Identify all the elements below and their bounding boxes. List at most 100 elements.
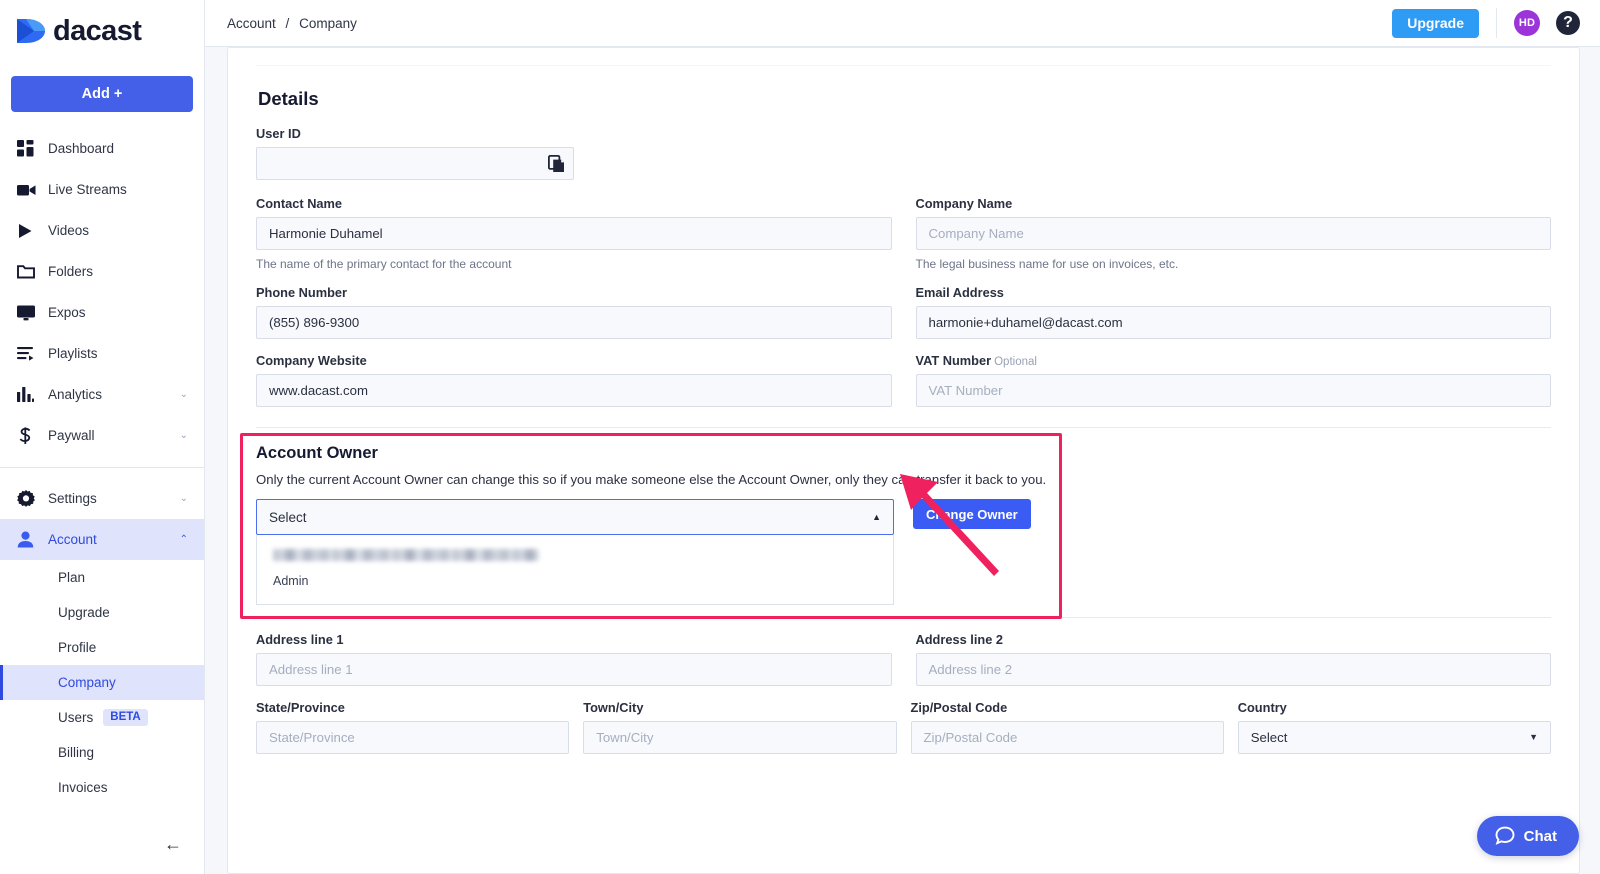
sidebar-item-label: Videos <box>48 223 90 238</box>
town-city-label: Town/City <box>583 700 644 715</box>
video-camera-icon <box>17 183 41 197</box>
zip-postal-label: Zip/Postal Code <box>910 700 1008 715</box>
sidebar-subitem-label: Users <box>58 710 94 725</box>
company-name-help: The legal business name for use on invoi… <box>915 257 1179 271</box>
breadcrumb: Account / Company <box>227 16 357 31</box>
sidebar-item-label: Playlists <box>48 346 98 361</box>
primary-nav: Dashboard Live Streams Videos Folders Ex… <box>0 128 204 867</box>
sidebar-item-account[interactable]: Account ⌃ <box>0 519 204 560</box>
contact-name-field: Contact Name Harmonie Duhamel The name o… <box>256 196 892 271</box>
user-id-input[interactable] <box>256 147 574 180</box>
company-website-label: Company Website <box>256 353 367 368</box>
sidebar-item-analytics[interactable]: Analytics ⌄ <box>0 374 204 415</box>
town-city-field: Town/City Town/City <box>583 700 897 754</box>
state-province-field: State/Province State/Province <box>256 700 570 754</box>
scrolled-content-sliver <box>256 48 1551 66</box>
question-mark-icon[interactable]: ? <box>1556 11 1580 35</box>
sidebar-subitem-billing[interactable]: Billing <box>0 735 204 770</box>
company-website-field: Company Website www.dacast.com <box>256 353 892 407</box>
sidebar-collapse-row: ← <box>0 821 204 867</box>
breadcrumb-separator: / <box>285 15 290 31</box>
address-line2-input[interactable]: Address line 2 <box>915 653 1551 686</box>
details-section-title: Details <box>258 88 319 109</box>
sidebar-subitem-company[interactable]: Company <box>0 665 204 700</box>
company-name-field: Company Name Company Name The legal busi… <box>915 196 1551 271</box>
sidebar: dacast Add + Dashboard Live Streams Vide… <box>0 0 205 874</box>
email-address-label: Email Address <box>915 285 1004 300</box>
vat-number-field: VAT Number Optional VAT Number <box>915 353 1552 407</box>
chevron-up-icon[interactable]: ⌃ <box>180 534 188 545</box>
owner-option-role: Admin <box>273 574 309 588</box>
sidebar-item-paywall[interactable]: Paywall ⌄ <box>0 415 204 456</box>
speech-bubble-icon <box>1495 826 1515 846</box>
account-owner-title: Account Owner <box>256 444 378 462</box>
country-select-value: Select <box>1250 730 1288 745</box>
brand-logo[interactable]: dacast <box>0 0 204 62</box>
owner-option-item[interactable]: Admin <box>273 549 877 588</box>
copy-icon[interactable] <box>547 154 565 173</box>
sidebar-item-dashboard[interactable]: Dashboard <box>0 128 204 169</box>
user-id-input-wrap <box>256 147 574 180</box>
sidebar-item-playlists[interactable]: Playlists <box>0 333 204 374</box>
sidebar-item-expos[interactable]: Expos <box>0 292 204 333</box>
sidebar-subitem-label: Company <box>58 675 116 690</box>
topbar-divider <box>1496 8 1497 38</box>
sidebar-item-videos[interactable]: Videos <box>0 210 204 251</box>
sidebar-item-label: Expos <box>48 305 86 320</box>
account-owner-section: Account Owner Only the current Account O… <box>240 433 1551 619</box>
avatar[interactable]: HD <box>1514 10 1540 36</box>
phone-number-input[interactable]: (855) 896-9300 <box>256 306 892 339</box>
folder-icon <box>17 264 41 279</box>
chevron-down-icon[interactable]: ⌄ <box>180 430 188 441</box>
sidebar-item-live-streams[interactable]: Live Streams <box>0 169 204 210</box>
town-city-input[interactable]: Town/City <box>583 721 897 754</box>
sidebar-subitem-plan[interactable]: Plan <box>0 560 204 595</box>
address-line1-input[interactable]: Address line 1 <box>256 653 892 686</box>
sidebar-subitem-upgrade[interactable]: Upgrade <box>0 595 204 630</box>
chevron-down-icon[interactable]: ⌄ <box>180 493 188 504</box>
vat-number-input[interactable]: VAT Number <box>915 374 1551 407</box>
owner-select[interactable]: Select ▲ <box>256 499 894 535</box>
add-button[interactable]: Add + <box>11 76 193 112</box>
breadcrumb-parent[interactable]: Account <box>227 16 276 31</box>
main-area: Account / Company Upgrade HD ? Details U… <box>205 0 1600 874</box>
address-line1-label: Address line 1 <box>256 632 344 647</box>
sidebar-subitem-users[interactable]: Users BETA <box>0 700 204 735</box>
chevron-up-icon[interactable]: ▲ <box>872 512 881 522</box>
company-website-input[interactable]: www.dacast.com <box>256 374 892 407</box>
sidebar-item-label: Live Streams <box>48 182 127 197</box>
contact-name-help: The name of the primary contact for the … <box>256 257 512 271</box>
owner-option-name-redacted <box>273 549 539 561</box>
app-root: dacast Add + Dashboard Live Streams Vide… <box>0 0 1600 874</box>
sidebar-item-label: Paywall <box>48 428 95 443</box>
address-line2-field: Address line 2 Address line 2 <box>915 632 1551 686</box>
email-address-input[interactable]: harmonie+duhamel@dacast.com <box>915 306 1551 339</box>
contact-name-input[interactable]: Harmonie Duhamel <box>256 217 892 250</box>
state-province-input[interactable]: State/Province <box>256 721 570 754</box>
person-icon <box>17 531 41 548</box>
sidebar-item-folders[interactable]: Folders <box>0 251 204 292</box>
zip-postal-input[interactable]: Zip/Postal Code <box>910 721 1224 754</box>
owner-select-wrap: Select ▲ Admin <box>256 499 894 605</box>
sidebar-subitem-profile[interactable]: Profile <box>0 630 204 665</box>
upgrade-button[interactable]: Upgrade <box>1392 8 1479 38</box>
sidebar-item-label: Settings <box>48 491 97 506</box>
change-owner-button[interactable]: Change Owner <box>913 499 1031 529</box>
chat-button[interactable]: Chat <box>1476 816 1579 856</box>
chevron-down-icon[interactable]: ▼ <box>1529 733 1538 742</box>
name-row: Contact Name Harmonie Duhamel The name o… <box>256 196 1551 271</box>
sidebar-item-settings[interactable]: Settings ⌄ <box>0 478 204 519</box>
collapse-sidebar-icon[interactable]: ← <box>164 835 182 853</box>
address-detail-row: State/Province State/Province Town/City … <box>256 700 1551 754</box>
chevron-down-icon[interactable]: ⌄ <box>180 389 188 400</box>
beta-badge: BETA <box>103 708 148 727</box>
company-name-input[interactable]: Company Name <box>915 217 1551 250</box>
breadcrumb-current: Company <box>299 15 357 31</box>
country-select[interactable]: Select ▼ <box>1237 721 1551 754</box>
sidebar-subitem-invoices[interactable]: Invoices <box>0 770 204 805</box>
vat-number-label: VAT Number Optional <box>916 353 1552 368</box>
phone-number-label: Phone Number <box>256 285 348 300</box>
account-owner-controls: Select ▲ Admin Change Owner <box>256 499 1551 605</box>
address-line2-label: Address line 2 <box>915 632 1003 647</box>
content-scroll[interactable]: Details User ID Contact Name Harmonie Du… <box>205 47 1600 874</box>
